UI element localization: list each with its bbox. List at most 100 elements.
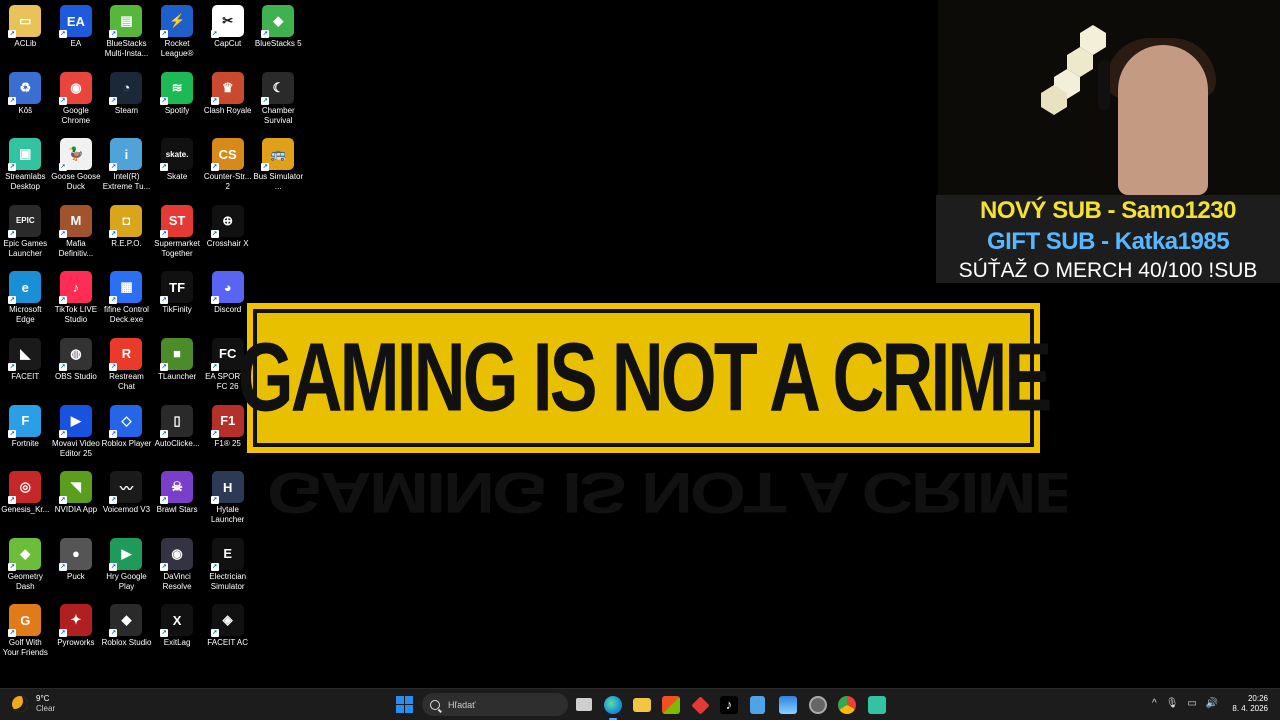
app-icon: 〰 ↗ (109, 471, 143, 505)
store-icon[interactable] (662, 696, 680, 714)
desktop-icon[interactable]: ◇ ↗ Roblox Player (101, 400, 152, 467)
desktop-icon[interactable]: ◆ ↗ BlueStacks 5 (253, 0, 304, 67)
tray-chevron-icon[interactable]: ^ (1152, 698, 1157, 709)
desktop-icon[interactable]: ▣ ↗ Streamlabs Desktop (0, 133, 51, 200)
desktop-icon-label: TikFinity (162, 305, 192, 315)
microphone-icon[interactable]: 🎙 (1166, 698, 1179, 709)
tiktok-icon[interactable]: ♪ (720, 696, 738, 714)
desktop-icon-label: Spotify (164, 105, 190, 115)
photos-icon[interactable] (779, 696, 797, 714)
desktop-icon[interactable]: 🚌 ↗ Bus Simulator ... (253, 133, 304, 200)
app-icon: ♻ ↗ (8, 71, 42, 105)
desktop-icon[interactable]: ▯ ↗ AutoClicke... (152, 400, 203, 467)
desktop-icon[interactable]: ♛ ↗ Clash Royale (202, 67, 253, 134)
desktop-icon[interactable]: skate. ↗ Skate (152, 133, 203, 200)
shortcut-arrow-icon: ↗ (58, 629, 67, 638)
desktop-icon[interactable]: ■ ↗ TLauncher (152, 333, 203, 400)
clock-time: 20:26 (1247, 694, 1268, 703)
streamlabs-taskbar-icon[interactable] (868, 696, 886, 714)
shortcut-arrow-icon: ↗ (58, 362, 67, 371)
desktop-icon[interactable]: i ↗ Intel(R) Extreme Tu... (101, 133, 152, 200)
desktop-icon-label: Crosshair X (206, 238, 249, 248)
desktop-icon[interactable]: R ↗ Restream Chat (101, 333, 152, 400)
volume-icon[interactable]: 🔊 (1206, 698, 1218, 709)
shortcut-arrow-icon: ↗ (8, 629, 17, 638)
shortcut-arrow-icon: ↗ (160, 562, 169, 571)
shortcut-arrow-icon: ↗ (160, 362, 169, 371)
desktop-icon-label: ACLib (14, 39, 37, 48)
desktop-icon[interactable]: ♻ ↗ Kôš (0, 67, 51, 134)
desktop-icon[interactable]: ♪ ↗ TikTok LIVE Studio (51, 266, 102, 333)
desktop-icon[interactable]: M ↗ Mafia Definitiv... (51, 200, 102, 267)
desktop-icon[interactable]: ◉ ↗ DaVinci Resolve (152, 533, 203, 600)
notepad-icon[interactable] (750, 696, 765, 714)
desktop-icon[interactable]: E ↗ Electrician Simulator (202, 533, 253, 600)
display-icon[interactable]: ▭ (1187, 698, 1196, 709)
shortcut-arrow-icon: ↗ (261, 96, 270, 105)
desktop-icon[interactable]: ◈ ↗ FACEIT AC (202, 599, 253, 666)
desktop-icon-label: BlueStacks 5 (254, 39, 302, 48)
desktop-icon-label: Counter-Str... 2 (203, 172, 252, 192)
desktop-icon[interactable]: ST ↗ Supermarket Together (152, 200, 203, 267)
stream-alert-panel: NOVÝ SUB - Samo1230 GIFT SUB - Katka1985… (936, 195, 1280, 283)
desktop-icon-label: OBS Studio (54, 371, 97, 381)
desktop-icon[interactable]: ✂ ↗ CapCut (202, 0, 253, 67)
clock[interactable]: 20:26 8. 4. 2026 (1232, 694, 1268, 714)
desktop-icon[interactable]: ☾ ↗ Chamber Survival (253, 67, 304, 134)
desktop-icon[interactable]: H ↗ Hytale Launcher (202, 466, 253, 533)
app-icon: skate. ↗ (160, 138, 194, 172)
edge-taskbar-icon[interactable] (604, 696, 622, 720)
weather-desc: Clear (36, 704, 56, 713)
desktop-icon[interactable]: ◍ ↗ OBS Studio (51, 333, 102, 400)
shortcut-arrow-icon: ↗ (109, 96, 118, 105)
shortcut-arrow-icon: ↗ (8, 163, 17, 172)
app-icon: ● ↗ (58, 537, 92, 571)
taskbar-search[interactable]: Hľadať (422, 693, 568, 716)
desktop-icon[interactable]: ◘ ↗ R.E.P.O. (101, 200, 152, 267)
desktop-icon[interactable]: EPIC ↗ Epic Games Launcher (0, 200, 51, 267)
desktop-icon-label: AutoClicke... (154, 438, 200, 448)
desktop-icon[interactable]: G ↗ Golf With Your Friends (0, 599, 51, 666)
shortcut-arrow-icon: ↗ (160, 96, 169, 105)
weather-widget[interactable]: 9°C Clear (12, 694, 55, 714)
desktop-icon[interactable]: ▶ ↗ Hry Google Play (101, 533, 152, 600)
chrome-taskbar-icon[interactable] (838, 696, 856, 714)
desktop-icon[interactable]: ◎ ↗ Genesis_Kr... (0, 466, 51, 533)
settings-app-icon[interactable] (809, 696, 827, 714)
desktop-icon[interactable]: CS ↗ Counter-Str... 2 (202, 133, 253, 200)
desktop-icon[interactable]: ▤ ↗ BlueStacks Multi-Insta... (101, 0, 152, 67)
shortcut-arrow-icon: ↗ (210, 296, 219, 305)
desktop-icon[interactable]: ◆ ↗ Geometry Dash (0, 533, 51, 600)
desktop-icon[interactable]: ◥ ↗ NVIDIA App (51, 466, 102, 533)
desktop-icon[interactable]: ▦ ↗ fifine Control Deck.exe (101, 266, 152, 333)
desktop-icon[interactable]: ⊕ ↗ Crosshair X (202, 200, 253, 267)
desktop-icon[interactable]: TF ↗ TikFinity (152, 266, 203, 333)
desktop-icon[interactable]: ≋ ↗ Spotify (152, 67, 203, 134)
desktop-icon[interactable]: ⚡ ↗ Rocket League® (152, 0, 203, 67)
desktop-icon[interactable]: EA ↗ EA (51, 0, 102, 67)
desktop-icon[interactable]: ◔ ↗ Steam (101, 67, 152, 134)
desktop-icon[interactable]: ◉ ↗ Google Chrome (51, 67, 102, 134)
file-explorer-icon[interactable] (633, 698, 651, 712)
app-icon: EA ↗ (58, 5, 92, 38)
desktop-icon[interactable]: ☠ ↗ Brawl Stars (152, 466, 203, 533)
desktop-icon[interactable]: ▭ ↗ ACLib (0, 0, 51, 67)
desktop-icon[interactable]: X ↗ ExitLag (152, 599, 203, 666)
desktop-icon[interactable]: ◣ ↗ FACEIT (0, 333, 51, 400)
app-red-diamond-icon[interactable] (691, 696, 710, 715)
desktop-icon[interactable]: ✦ ↗ Pyroworks (51, 599, 102, 666)
banner-frame: GAMING IS NOT A CRIME (238, 309, 1052, 447)
desktop-icon-label: CapCut (214, 39, 242, 48)
desktop-icon[interactable]: e ↗ Microsoft Edge (0, 266, 51, 333)
desktop-icon[interactable]: ◆ ↗ Roblox Studio (101, 599, 152, 666)
shortcut-arrow-icon: ↗ (58, 163, 67, 172)
desktop-icon[interactable]: F ↗ Fortnite (0, 400, 51, 467)
desktop-icon[interactable]: ● ↗ Puck (51, 533, 102, 600)
desktop-icon[interactable]: 🦆 ↗ Goose Goose Duck (51, 133, 102, 200)
desktop-icon[interactable]: 〰 ↗ Voicemod V3 (101, 466, 152, 533)
desktop-icon[interactable]: ▶ ↗ Movavi Video Editor 25 (51, 400, 102, 467)
task-view-icon[interactable] (576, 698, 592, 711)
start-button[interactable] (396, 696, 413, 713)
shortcut-arrow-icon: ↗ (261, 30, 270, 38)
taskbar: 9°C Clear Hľadať ♪ ^ 🎙 ▭ 🔊 20:26 8. 4. 2… (0, 688, 1280, 720)
